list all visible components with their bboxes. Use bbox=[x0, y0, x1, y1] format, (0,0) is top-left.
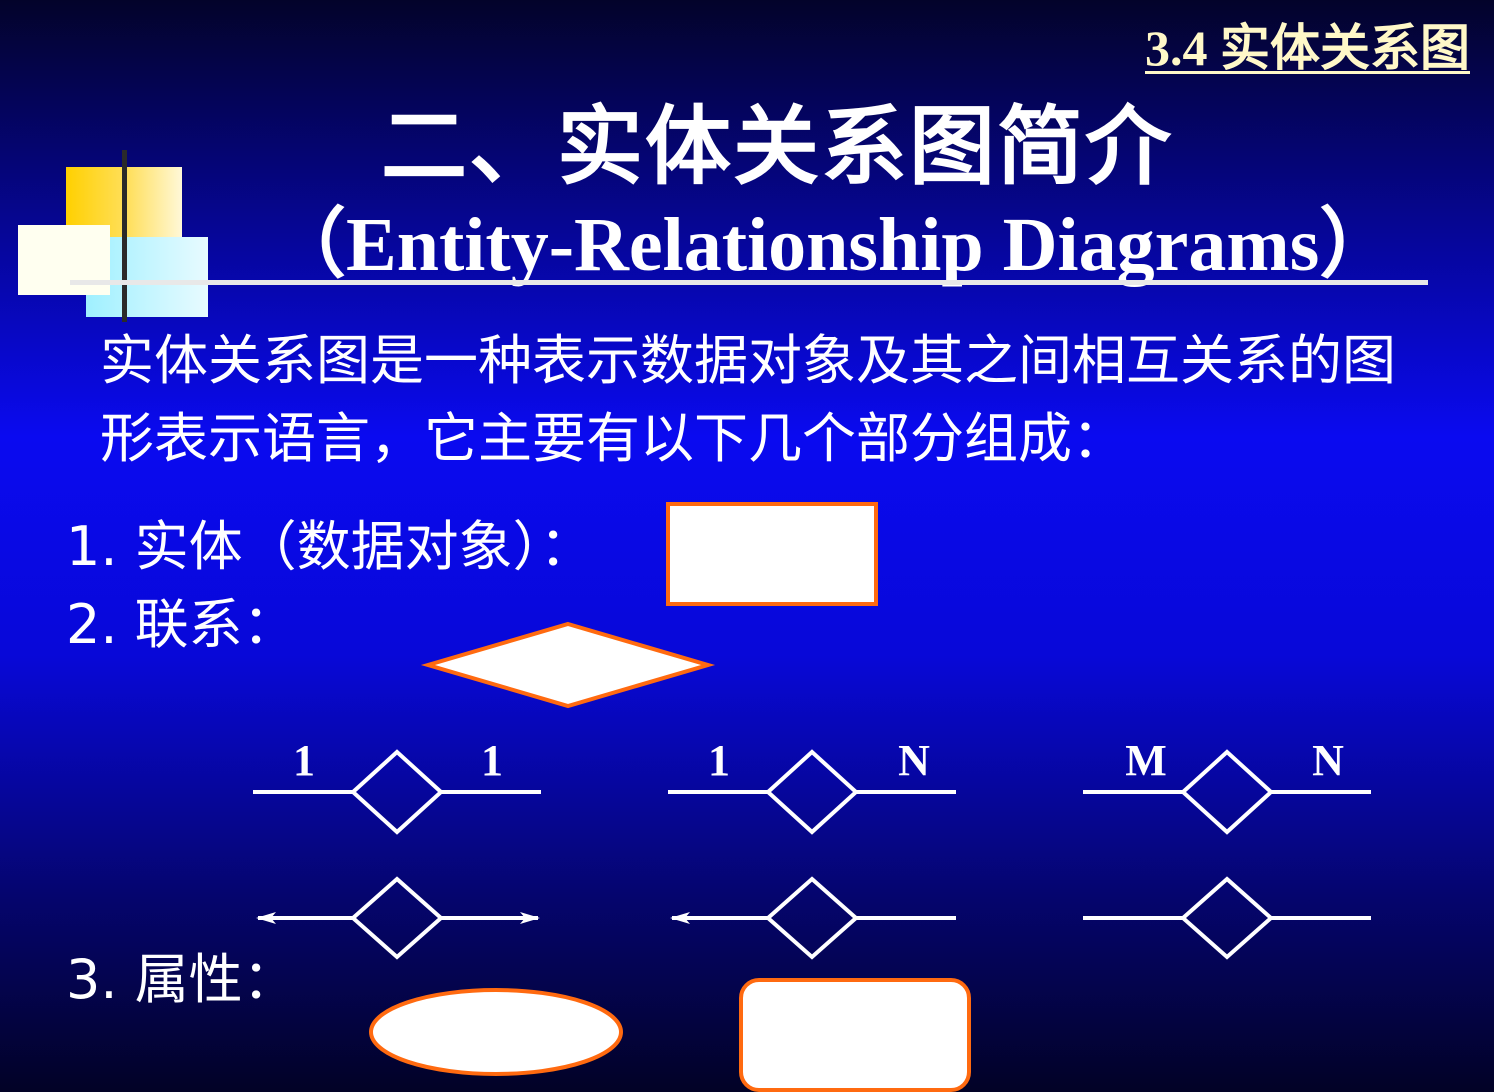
attribute-ellipse-symbol bbox=[369, 988, 623, 1076]
cardinality-label: N bbox=[1312, 736, 1344, 785]
er-symbols-diagram: 1 1 1 N M N bbox=[253, 621, 1371, 1076]
relationship-diamond-symbol bbox=[420, 621, 716, 709]
arrow-one-to-many-relationship bbox=[670, 876, 956, 960]
cardinality-label: 1 bbox=[293, 736, 315, 785]
cardinality-label: 1 bbox=[481, 736, 503, 785]
arrow-one-to-one-relationship bbox=[256, 876, 540, 960]
cardinality-label: N bbox=[898, 736, 930, 785]
arrow-many-to-many-relationship bbox=[1083, 876, 1371, 960]
cardinality-label: 1 bbox=[708, 736, 730, 785]
cardinality-label: M bbox=[1125, 736, 1167, 785]
